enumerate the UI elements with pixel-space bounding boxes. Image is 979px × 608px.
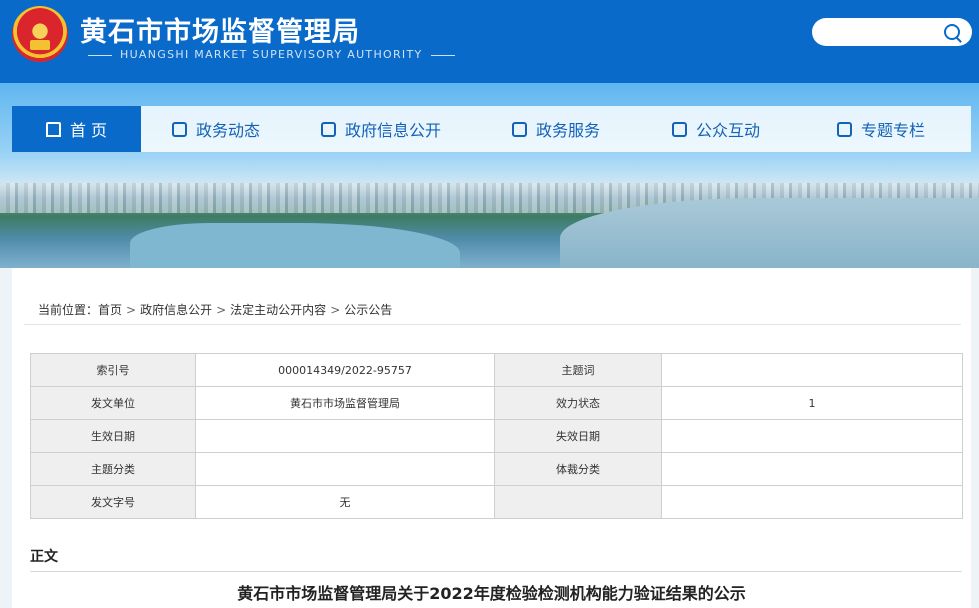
search-icon[interactable] [944, 24, 960, 40]
meta-value [661, 485, 963, 519]
nav-item-home[interactable]: 首 页 [12, 106, 141, 152]
table-row: 生效日期 失效日期 [30, 419, 963, 453]
nav-label: 首 页 [69, 121, 108, 140]
site-subtitle: HUANGSHI MARKET SUPERVISORY AUTHORITY [80, 48, 463, 61]
home-icon [45, 121, 61, 137]
section-divider [30, 571, 962, 572]
meta-value [195, 452, 495, 486]
search-input[interactable] [812, 18, 972, 46]
meta-label: 效力状态 [494, 386, 662, 420]
nav-label: 公众互动 [695, 121, 760, 140]
meta-label: 索引号 [30, 353, 196, 387]
meta-label: 发文单位 [30, 386, 196, 420]
document-meta-table: 索引号 000014349/2022-95757 主题词 发文单位 黄石市市场监… [30, 353, 963, 519]
breadcrumb-separator: > [216, 303, 227, 317]
meta-value: 1 [661, 386, 963, 420]
subtitle-dash-left [88, 54, 112, 56]
breadcrumb-separator: > [330, 303, 341, 317]
chat-icon [511, 121, 527, 137]
meta-value: 黄石市市场监督管理局 [195, 386, 495, 420]
meta-label: 生效日期 [30, 419, 196, 453]
meta-value [661, 353, 963, 387]
meta-value: 无 [195, 485, 495, 519]
table-row: 发文单位 黄石市市场监督管理局 效力状态 1 [30, 386, 963, 420]
nav-label: 政务服务 [535, 121, 600, 140]
document-title: 黄石市市场监督管理局关于2022年度检验检测机构能力验证结果的公示 [237, 584, 746, 603]
meta-label: 失效日期 [494, 419, 662, 453]
banner-river [560, 198, 979, 268]
nav-label: 政府信息公开 [344, 121, 441, 140]
table-row: 索引号 000014349/2022-95757 主题词 [30, 353, 963, 387]
breadcrumb: 当前位置：首页 > 政府信息公开 > 法定主动公开内容 > 公示公告 [38, 301, 392, 318]
breadcrumb-link-home[interactable]: 首页 [98, 303, 122, 317]
meta-label: 体裁分类 [494, 452, 662, 486]
meta-value [195, 419, 495, 453]
table-row: 发文字号 无 [30, 485, 963, 519]
banner-lake [130, 223, 460, 268]
meta-label [494, 485, 662, 519]
breadcrumb-prefix: 当前位置： [38, 303, 99, 317]
nav-item-interaction[interactable]: 公众互动 [641, 106, 791, 152]
meta-label: 主题词 [494, 353, 662, 387]
site-title: 黄石市市场监督管理局 [80, 17, 360, 48]
content-panel: 当前位置：首页 > 政府信息公开 > 法定主动公开内容 > 公示公告 索引号 0000143… [12, 268, 971, 608]
breadcrumb-separator: > [126, 303, 137, 317]
nav-item-services[interactable]: 政务服务 [471, 106, 641, 152]
subtitle-dash-right [430, 54, 455, 56]
site-header: 黄石市市场监督管理局 HUANGSHI MARKET SUPERVISORY A… [0, 0, 979, 83]
info-panel-icon [320, 121, 336, 137]
meta-label: 主题分类 [30, 452, 196, 486]
section-title: 正文 [30, 549, 58, 565]
meta-value [661, 452, 963, 486]
national-emblem-logo [12, 6, 68, 62]
breadcrumb-link-statutory[interactable]: 法定主动公开内容 [230, 303, 326, 317]
breadcrumb-link-gov-info[interactable]: 政府信息公开 [140, 303, 212, 317]
bookmark-icon [671, 121, 687, 137]
nav-item-news[interactable]: 政务动态 [141, 106, 291, 152]
document-icon [171, 121, 187, 137]
meta-label: 发文字号 [30, 485, 196, 519]
subtitle-text: HUANGSHI MARKET SUPERVISORY AUTHORITY [120, 48, 423, 61]
main-nav: 首 页 政务动态 政府信息公开 政务服务 公众互动 专题专栏 [12, 106, 971, 152]
nav-label: 政务动态 [195, 121, 260, 140]
nav-item-gov-info[interactable]: 政府信息公开 [291, 106, 471, 152]
table-row: 主题分类 体裁分类 [30, 452, 963, 486]
meta-value [661, 419, 963, 453]
breadcrumb-link-notices[interactable]: 公示公告 [344, 303, 392, 317]
nav-item-topics[interactable]: 专题专栏 [791, 106, 971, 152]
breadcrumb-divider [24, 324, 961, 325]
book-icon [836, 121, 852, 137]
meta-value: 000014349/2022-95757 [195, 353, 495, 387]
nav-label: 专题专栏 [860, 121, 925, 140]
